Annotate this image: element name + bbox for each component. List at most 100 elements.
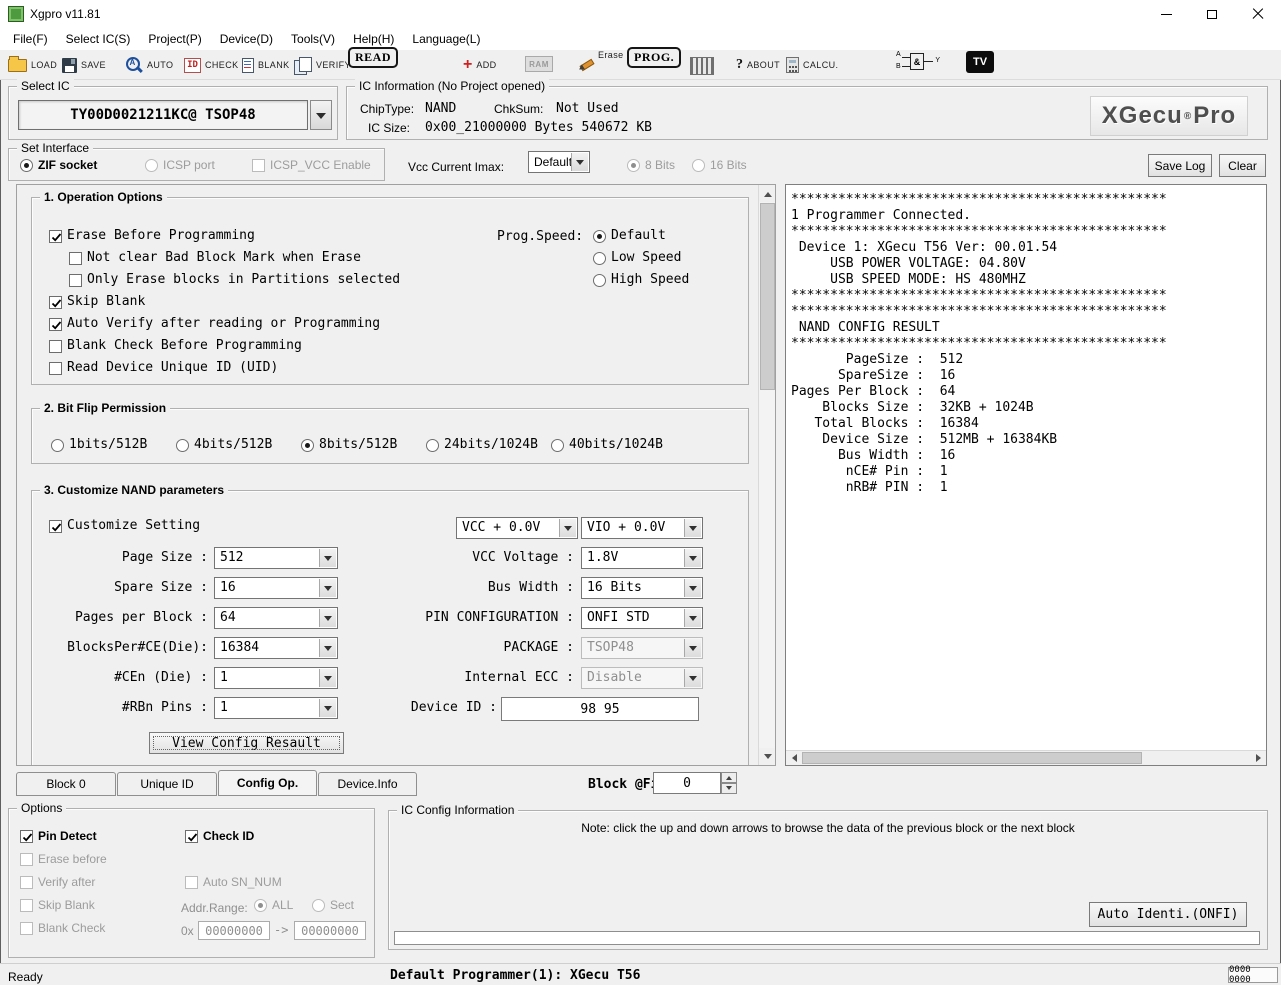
cen-die-combo[interactable]: 1 — [214, 667, 338, 689]
radio-label: Sect — [330, 898, 354, 912]
toolbar-read-button[interactable]: READ — [348, 47, 398, 68]
radio-4bits-512b[interactable]: 4bits/512B — [176, 438, 272, 452]
radio-addr-all[interactable]: ALL — [254, 898, 293, 912]
spare-size-combo[interactable]: 16 — [214, 577, 338, 599]
checkbox-skip-blank[interactable]: Skip Blank — [49, 295, 145, 309]
checkbox-box — [49, 296, 62, 309]
tab-device-info[interactable]: Device.Info — [318, 772, 417, 796]
toolbar-ram-button[interactable]: RAM — [525, 51, 553, 77]
scroll-up-button[interactable] — [759, 185, 776, 202]
radio-24bits-1024b[interactable]: 24bits/1024B — [426, 438, 538, 452]
checkbox-auto-sn-num[interactable]: Auto SN_NUM — [185, 875, 282, 889]
addr-from-input[interactable]: 00000000 — [198, 921, 270, 940]
tab-config-op[interactable]: Config Op. — [218, 770, 317, 796]
auto-identify-button[interactable]: Auto Identi.(ONFI) — [1089, 902, 1247, 927]
logic-and-symbol: & — [910, 53, 924, 70]
minimize-button[interactable] — [1143, 0, 1189, 28]
radio-icsp-label: ICSP port — [163, 158, 215, 172]
checkbox-skip-blank-option[interactable]: Skip Blank — [20, 898, 95, 912]
checkbox-not-clear-bad-block[interactable]: Not clear Bad Block Mark when Erase — [69, 251, 361, 265]
tab-block-0[interactable]: Block 0 — [16, 772, 116, 796]
radio-icsp-port[interactable]: ICSP port — [145, 158, 215, 172]
blocks-per-ce-combo[interactable]: 16384 — [214, 637, 338, 659]
pages-per-block-combo[interactable]: 64 — [214, 607, 338, 629]
toolbar-about-button[interactable]: ? ABOUT — [736, 52, 780, 78]
block-spin-down-button[interactable] — [721, 783, 737, 794]
toolbar-auto-button[interactable]: A AUTO — [126, 52, 173, 78]
checkbox-check-id[interactable]: Check ID — [185, 829, 254, 843]
checkbox-verify-after[interactable]: Verify after — [20, 875, 95, 889]
checkbox-read-unique-id[interactable]: Read Device Unique ID (UID) — [49, 361, 278, 375]
toolbar-verify-button[interactable]: VERIFY — [294, 52, 351, 78]
close-button[interactable] — [1235, 0, 1281, 28]
toolbar-check-button[interactable]: ID CHECK — [184, 52, 239, 78]
selected-ic-display[interactable]: TY00D0021211KC@ TSOP48 — [18, 100, 308, 130]
vcc-offset-combo[interactable]: VCC + 0.0V — [456, 517, 578, 539]
panel-vertical-scrollbar[interactable] — [758, 185, 775, 765]
toolbar-calcu-button[interactable]: CALCU. — [786, 52, 838, 78]
checkbox-blank-check-before[interactable]: Blank Check Before Programming — [49, 339, 302, 353]
scroll-left-button[interactable] — [786, 751, 801, 765]
vcc-current-combo[interactable]: Default — [528, 151, 590, 173]
tab-unique-id[interactable]: Unique ID — [117, 772, 217, 796]
block-spin-up-button[interactable] — [721, 772, 737, 783]
vio-offset-combo[interactable]: VIO + 0.0V — [581, 517, 703, 539]
toolbar-load-button[interactable]: LOAD — [8, 52, 57, 78]
toolbar-logic-button[interactable]: A B & Y — [896, 49, 942, 75]
checkbox-icsp-vcc-enable[interactable]: ICSP_VCC Enable — [252, 158, 371, 172]
radio-zif-socket[interactable]: ZIF socket — [20, 158, 97, 172]
view-config-result-button[interactable]: View Config Resault — [149, 732, 344, 754]
menu-language[interactable]: Language(L) — [403, 28, 489, 50]
toolbar-add-button[interactable]: + ADD — [463, 52, 497, 78]
pin-configuration-combo[interactable]: ONFI STD — [581, 607, 703, 629]
menu-device[interactable]: Device(D) — [211, 28, 282, 50]
radio-speed-low[interactable]: Low Speed — [593, 251, 681, 265]
radio-8bits-512b[interactable]: 8bits/512B — [301, 438, 397, 452]
select-ic-dropdown-button[interactable] — [310, 100, 332, 130]
save-log-button[interactable]: Save Log — [1148, 154, 1212, 177]
radio-speed-default[interactable]: Default — [593, 229, 666, 243]
toolbar-prog-button[interactable]: PROG. — [627, 47, 681, 68]
log-horizontal-scrollbar[interactable] — [786, 750, 1266, 765]
menu-file[interactable]: File(F) — [4, 28, 57, 50]
scroll-right-button[interactable] — [1251, 751, 1266, 765]
hex-prefix-label: 0x — [181, 924, 194, 938]
scrollbar-thumb[interactable] — [802, 752, 1142, 764]
addr-to-input[interactable]: 00000000 — [294, 921, 366, 940]
rbn-pins-combo[interactable]: 1 — [214, 697, 338, 719]
toolbar-save-button[interactable]: SAVE — [62, 52, 106, 78]
checkbox-erase-before-programming[interactable]: Erase Before Programming — [49, 229, 255, 243]
toolbar-erase-button[interactable]: Erase — [576, 48, 624, 74]
radio-1bits-512b[interactable]: 1bits/512B — [51, 438, 147, 452]
page-size-combo[interactable]: 512 — [214, 547, 338, 569]
radio-8bits-label: 8 Bits — [645, 158, 675, 172]
vio-offset-value: VIO + 0.0V — [587, 520, 665, 536]
radio-8-bits[interactable]: 8 Bits — [627, 158, 675, 172]
bus-width-combo[interactable]: 16 Bits — [581, 577, 703, 599]
toolbar-socket-button[interactable] — [690, 53, 714, 79]
menu-select-ic[interactable]: Select IC(S) — [57, 28, 140, 50]
checkbox-label: Customize Setting — [67, 519, 200, 533]
toolbar-tv-button[interactable]: TV — [966, 49, 994, 75]
menu-project[interactable]: Project(P) — [139, 28, 210, 50]
toolbar-blank-button[interactable]: BLANK — [242, 52, 290, 78]
maximize-button[interactable] — [1189, 0, 1235, 28]
menu-tools[interactable]: Tools(V) — [282, 28, 344, 50]
checkbox-auto-verify[interactable]: Auto Verify after reading or Programming — [49, 317, 380, 331]
radio-16-bits[interactable]: 16 Bits — [692, 158, 747, 172]
radio-speed-high[interactable]: High Speed — [593, 273, 689, 287]
device-id-field[interactable]: 98 95 — [501, 697, 699, 721]
checkbox-blank-check[interactable]: Blank Check — [20, 921, 105, 935]
checkbox-pin-detect[interactable]: Pin Detect — [20, 829, 97, 843]
scrollbar-thumb[interactable] — [760, 203, 775, 390]
block-at-file-input[interactable]: 0 — [653, 772, 721, 794]
clear-button[interactable]: Clear — [1219, 154, 1266, 177]
radio-addr-sect[interactable]: Sect — [312, 898, 354, 912]
checkbox-only-erase-partitions[interactable]: Only Erase blocks in Partitions selected — [69, 273, 400, 287]
scroll-down-button[interactable] — [759, 748, 776, 765]
checkbox-erase-before[interactable]: Erase before — [20, 852, 107, 866]
radio-40bits-1024b[interactable]: 40bits/1024B — [551, 438, 663, 452]
checkbox-customize-setting[interactable]: Customize Setting — [49, 519, 200, 533]
checkbox-label: Only Erase blocks in Partitions selected — [87, 273, 400, 287]
vcc-voltage-combo[interactable]: 1.8V — [581, 547, 703, 569]
